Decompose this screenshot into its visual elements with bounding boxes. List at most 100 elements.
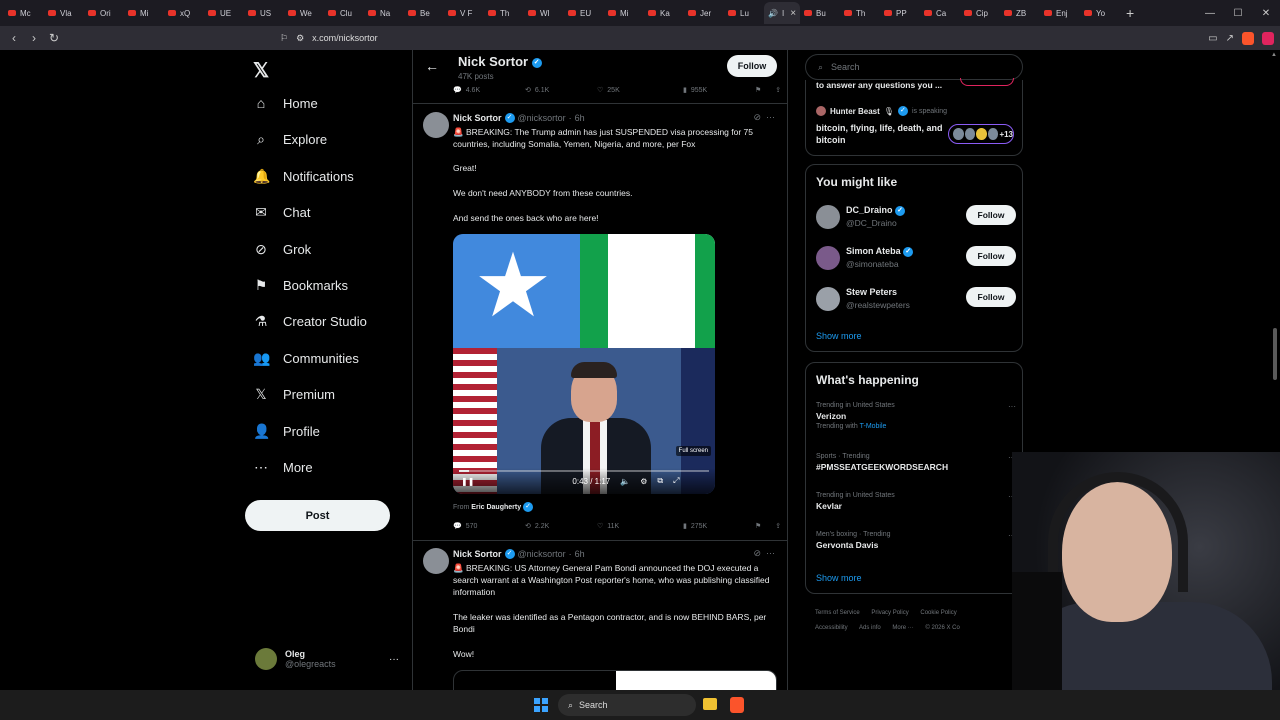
footer-link[interactable]: Ads info bbox=[859, 625, 881, 631]
reply-action[interactable]: 💬 570 bbox=[453, 522, 525, 531]
cast-icon[interactable]: ▭ bbox=[1208, 33, 1217, 44]
browser-tab[interactable]: Th bbox=[840, 2, 880, 24]
account-switcher[interactable]: Oleg @olegreacts ··· bbox=[255, 648, 405, 670]
browser-tab[interactable]: Lu bbox=[724, 2, 764, 24]
back-icon[interactable]: ‹ bbox=[4, 31, 24, 45]
browser-tab[interactable]: UE bbox=[204, 2, 244, 24]
nav-item-grok[interactable]: ⊘ Grok bbox=[253, 241, 311, 258]
browser-tab[interactable]: Ka bbox=[644, 2, 684, 24]
post-button[interactable]: Post bbox=[245, 500, 390, 531]
browser-tab[interactable]: Ori bbox=[84, 2, 124, 24]
trend-item[interactable]: Trending in United States Kevlar ··· bbox=[816, 492, 1016, 511]
views-action[interactable]: ▮ 955K bbox=[683, 86, 741, 95]
new-tab-icon[interactable]: + bbox=[1126, 5, 1134, 21]
minimize-icon[interactable]: — bbox=[1196, 0, 1224, 26]
brave-browser-icon[interactable] bbox=[730, 697, 744, 713]
browser-tab[interactable]: Mi bbox=[604, 2, 644, 24]
live-space-card[interactable]: to answer any questions you ... Hunter B… bbox=[805, 78, 1023, 156]
reply-action[interactable]: 💬 4.6K bbox=[453, 86, 525, 95]
browser-tab[interactable]: EU bbox=[564, 2, 604, 24]
settings-gear-icon[interactable]: ⚙ bbox=[640, 477, 647, 486]
nav-item-home[interactable]: ⌂ Home bbox=[253, 95, 318, 111]
grok-icon[interactable]: ⊘ bbox=[753, 548, 761, 558]
browser-tab[interactable]: Clu bbox=[324, 2, 364, 24]
bookmark-icon[interactable]: ⚑ bbox=[755, 522, 761, 530]
close-icon[interactable]: ✕ bbox=[1252, 0, 1280, 26]
trend-item[interactable]: Sports · Trending #PMSSEATGEEKWORDSEARCH… bbox=[816, 453, 1016, 472]
browser-tab[interactable]: Enj bbox=[1040, 2, 1080, 24]
repost-action[interactable]: ⟲ 2.2K bbox=[525, 522, 597, 531]
footer-link[interactable]: More ··· bbox=[892, 625, 913, 631]
repost-action[interactable]: ⟲ 6.1K bbox=[525, 86, 597, 95]
x-logo-icon[interactable]: 𝕏 bbox=[253, 58, 269, 83]
nav-item-explore[interactable]: ⌕ Explore bbox=[253, 131, 327, 148]
browser-tab[interactable]: Jer bbox=[684, 2, 724, 24]
nav-item-chat[interactable]: ✉ Chat bbox=[253, 204, 310, 221]
share-icon[interactable]: ↗ bbox=[1226, 33, 1234, 44]
follow-button[interactable]: Follow bbox=[966, 205, 1016, 225]
browser-tab[interactable]: V F bbox=[444, 2, 484, 24]
tweet-timestamp[interactable]: 6h bbox=[575, 113, 585, 123]
forward-icon[interactable]: › bbox=[24, 31, 44, 45]
fullscreen-icon[interactable]: ⤢ bbox=[673, 476, 679, 486]
follow-suggestion[interactable]: Simon Ateba ✓ @simonateba Follow bbox=[816, 244, 1016, 274]
reload-icon[interactable]: ↻ bbox=[44, 31, 64, 45]
share-icon[interactable]: ⇪ bbox=[775, 86, 781, 94]
search-input[interactable]: ⌕ Search bbox=[805, 54, 1023, 80]
browser-tab[interactable]: Mi bbox=[124, 2, 164, 24]
browser-tab[interactable]: xQ bbox=[164, 2, 204, 24]
views-action[interactable]: ▮ 275K bbox=[683, 522, 741, 531]
grok-icon[interactable]: ⊘ bbox=[753, 112, 761, 122]
avatar[interactable] bbox=[423, 548, 449, 574]
video-player[interactable]: Full screen ❚❚ 0:43 / 1:17 🔈 ⚙ ⧉ ⤢ bbox=[453, 234, 715, 494]
trend-item[interactable]: Men's boxing · Trending Gervonta Davis ·… bbox=[816, 531, 1016, 550]
follow-button[interactable]: Follow bbox=[966, 246, 1016, 266]
more-dots-icon[interactable]: ··· bbox=[389, 654, 399, 665]
url-text[interactable]: x.com/nicksortor bbox=[312, 33, 378, 43]
windows-start-icon[interactable] bbox=[534, 698, 548, 712]
browser-tab[interactable]: Mc bbox=[4, 2, 44, 24]
avatar[interactable] bbox=[423, 112, 449, 138]
browser-tab[interactable]: WI bbox=[524, 2, 564, 24]
more-dots-icon[interactable]: ··· bbox=[766, 548, 775, 558]
footer-link[interactable]: Cookie Policy bbox=[920, 610, 956, 616]
footer-link[interactable]: Privacy Policy bbox=[871, 610, 908, 616]
follow-suggestion[interactable]: Stew Peters @realstewpeters Follow bbox=[816, 285, 1016, 315]
browser-tab[interactable]: PP bbox=[880, 2, 920, 24]
browser-tab[interactable]: Cip bbox=[960, 2, 1000, 24]
back-arrow-icon[interactable]: ← bbox=[425, 58, 439, 74]
nav-item-communities[interactable]: 👥 Communities bbox=[253, 350, 359, 367]
browser-tab[interactable]: We bbox=[284, 2, 324, 24]
nav-item-notifications[interactable]: 🔔 Notifications bbox=[253, 168, 354, 185]
footer-link[interactable]: Accessibility bbox=[815, 625, 848, 631]
show-more-link[interactable]: Show more bbox=[816, 331, 862, 341]
nav-item-more[interactable]: ⋯ More bbox=[253, 459, 313, 476]
close-tab-icon[interactable]: × bbox=[790, 8, 796, 19]
like-action[interactable]: ♡ 25K bbox=[597, 86, 683, 95]
scrollbar-thumb[interactable] bbox=[1273, 328, 1277, 380]
tweet-author-name[interactable]: Nick Sortor bbox=[453, 549, 502, 559]
tweet-timestamp[interactable]: 6h bbox=[575, 549, 585, 559]
like-action[interactable]: ♡ 11K bbox=[597, 522, 683, 531]
browser-tab[interactable]: Vla bbox=[44, 2, 84, 24]
bookmark-page-icon[interactable]: ⚐ bbox=[280, 33, 288, 44]
follow-button[interactable]: Follow bbox=[727, 55, 777, 77]
taskbar-search[interactable]: ⌕ Search bbox=[558, 694, 696, 716]
nav-item-bookmarks[interactable]: ⚑ Bookmarks bbox=[253, 277, 348, 294]
browser-tab[interactable]: Na bbox=[364, 2, 404, 24]
browser-tab[interactable]: US bbox=[244, 2, 284, 24]
share-icon[interactable]: ⇪ bbox=[775, 522, 781, 530]
more-dots-icon[interactable]: ··· bbox=[1008, 402, 1016, 411]
browser-tab[interactable]: ZB bbox=[1000, 2, 1040, 24]
footer-link[interactable]: Terms of Service bbox=[815, 610, 860, 616]
file-explorer-icon[interactable] bbox=[703, 698, 717, 710]
browser-tab[interactable]: Bu bbox=[800, 2, 840, 24]
trend-extra-link[interactable]: T-Mobile bbox=[860, 423, 887, 430]
picture-in-picture-icon[interactable]: ⧉ bbox=[657, 476, 663, 486]
follow-button[interactable]: Follow bbox=[966, 287, 1016, 307]
scroll-up-icon[interactable]: ▲ bbox=[1271, 52, 1277, 58]
pause-icon[interactable]: ❚❚ bbox=[461, 477, 474, 486]
volume-icon[interactable]: 🔈 bbox=[620, 477, 630, 486]
maximize-icon[interactable]: ☐ bbox=[1224, 0, 1252, 26]
follow-suggestion[interactable]: DC_Draino ✓ @DC_Draino Follow bbox=[816, 203, 1016, 233]
